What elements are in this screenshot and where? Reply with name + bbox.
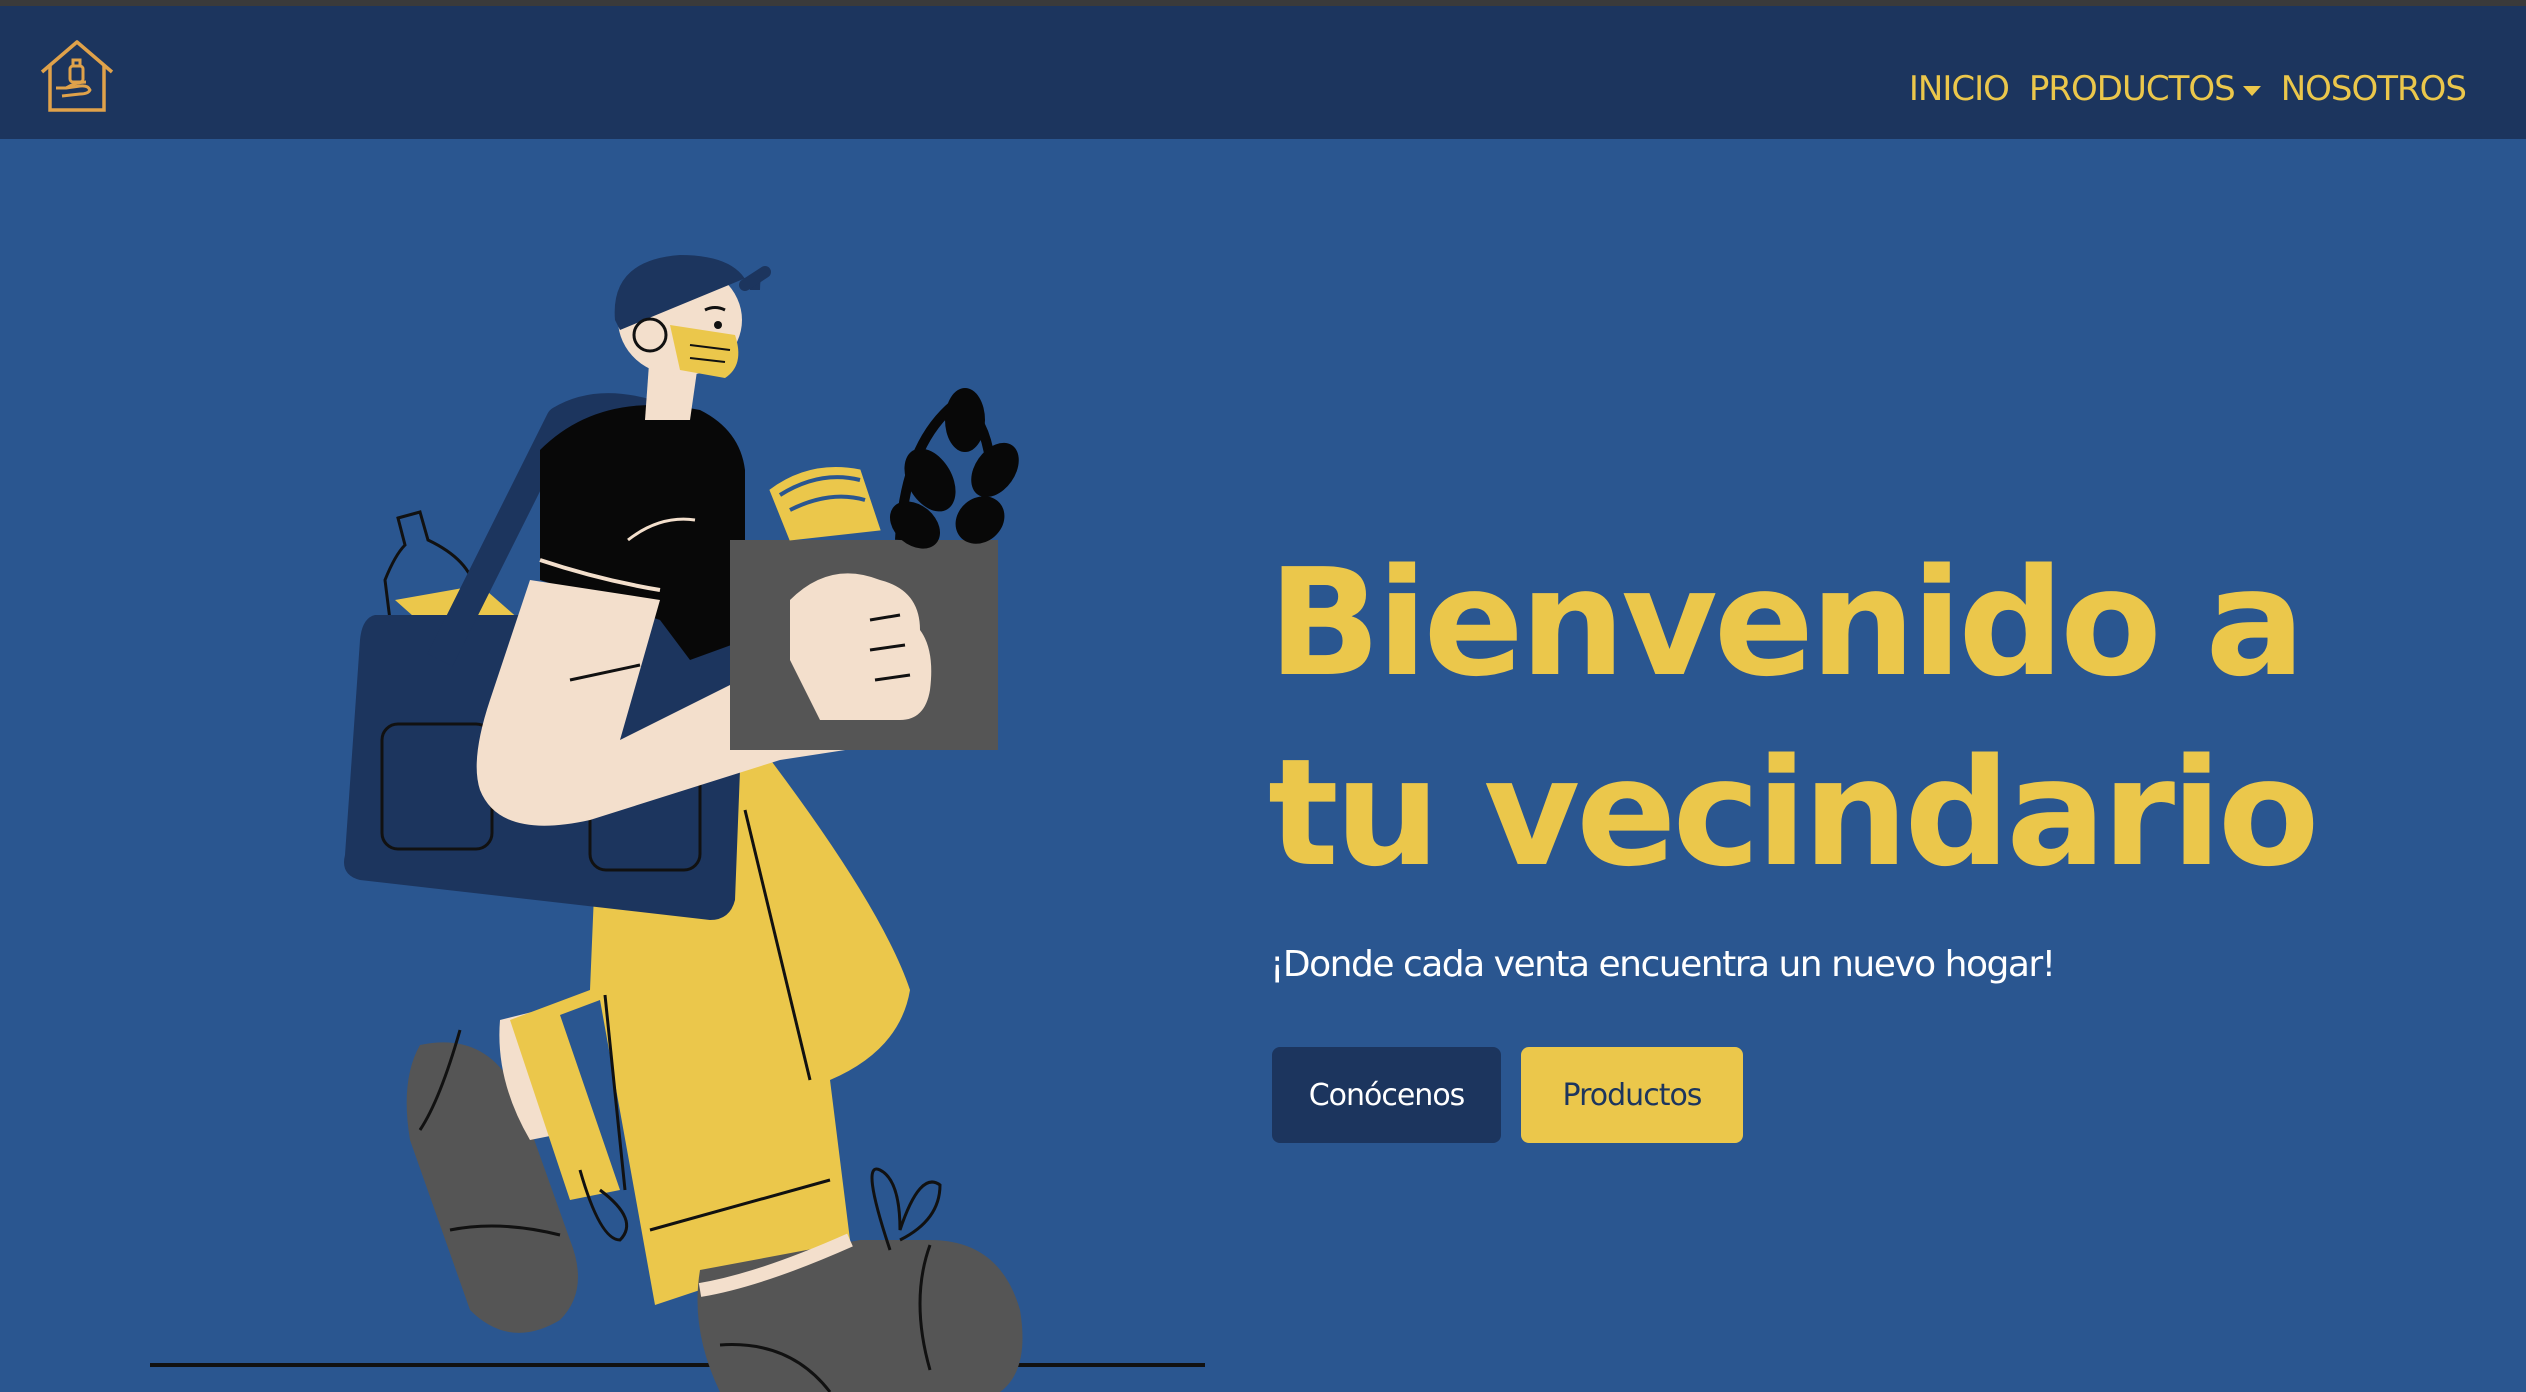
- productos-button[interactable]: Productos: [1521, 1047, 1743, 1143]
- chevron-down-icon: [2242, 86, 2261, 96]
- nav-link-productos-label: PRODUCTOS: [2028, 69, 2236, 109]
- navbar: INICIO PRODUCTOS NOSOTROS: [0, 6, 2526, 139]
- nav-link-productos[interactable]: PRODUCTOS: [2029, 69, 2261, 109]
- nav-links: INICIO PRODUCTOS NOSOTROS: [1909, 64, 2467, 114]
- nav-link-nosotros[interactable]: NOSOTROS: [2281, 69, 2467, 109]
- hero-title: Bienvenido a tu vecindario: [1268, 537, 2320, 899]
- hero-subtitle: ¡Donde cada venta encuentra un nuevo hog…: [1270, 944, 2056, 985]
- house-hand-bottle-icon[interactable]: [36, 36, 118, 118]
- person-carrying-groceries-illustration: [150, 255, 1205, 1392]
- conocenos-button[interactable]: Conócenos: [1272, 1047, 1501, 1143]
- nav-link-inicio[interactable]: INICIO: [1909, 69, 2010, 109]
